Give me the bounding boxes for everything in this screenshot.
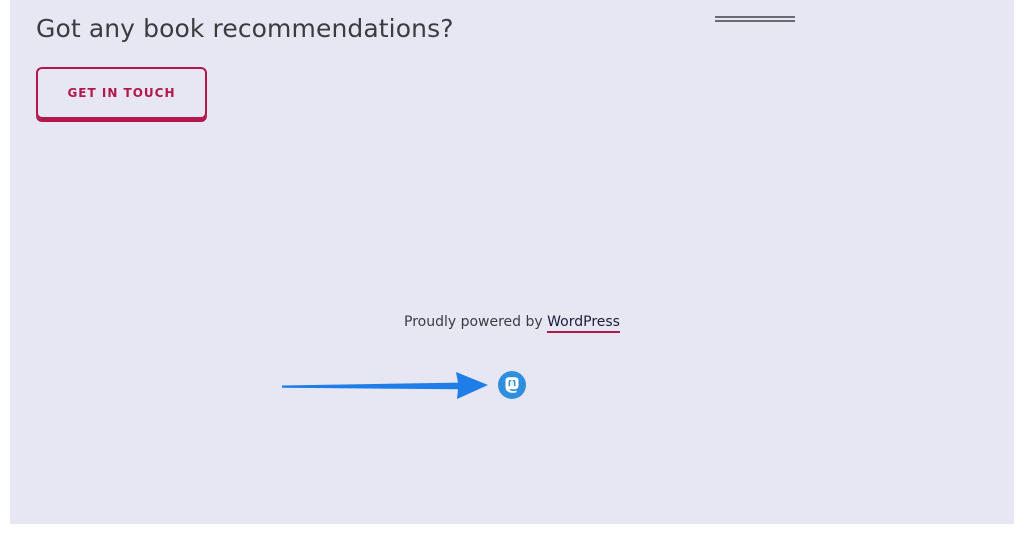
menu-toggle-icon[interactable] [715, 16, 795, 22]
credit-prefix: Proudly powered by [404, 314, 543, 330]
get-in-touch-button[interactable]: GET IN TOUCH [36, 67, 207, 119]
footer-credit: Proudly powered by WordPress [10, 314, 1014, 333]
mastodon-icon[interactable] [497, 370, 527, 400]
page-heading: Got any book recommendations? [36, 14, 454, 43]
menu-line [715, 20, 795, 22]
arrow-right-icon [282, 368, 492, 402]
screenshot-frame: Got any book recommendations? GET IN TOU… [0, 0, 1024, 534]
wordpress-link[interactable]: WordPress [547, 314, 620, 333]
menu-line [715, 16, 795, 18]
page-content: Got any book recommendations? GET IN TOU… [10, 0, 1014, 524]
